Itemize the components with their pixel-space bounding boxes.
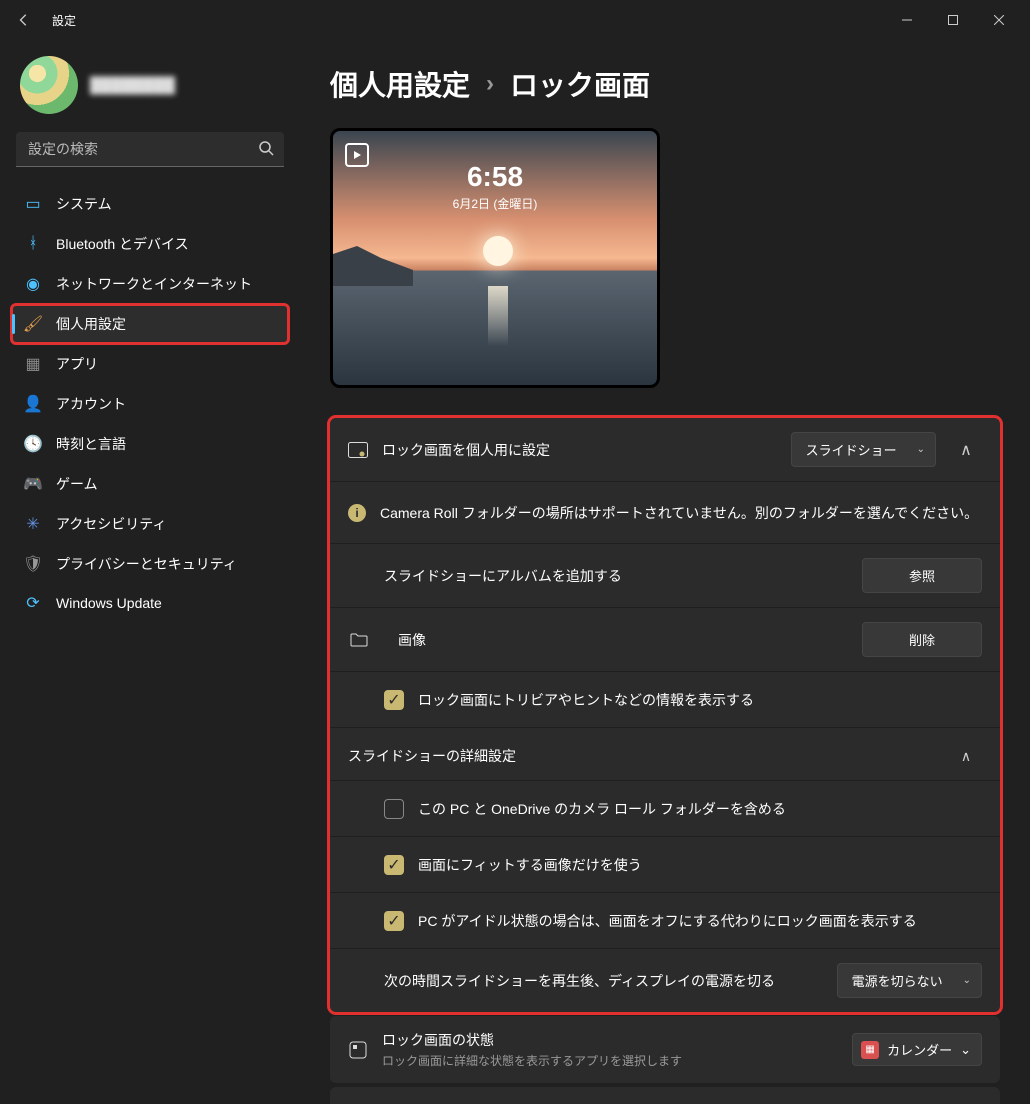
turnoff-dropdown[interactable]: 電源を切らない ⌄ [837, 963, 982, 998]
lockscreen-preview: 6:58 6月2日 (金曜日) [330, 128, 660, 388]
add-album-row: スライドショーにアルバムを追加する 参照 [330, 543, 1000, 607]
chevron-down-icon: ⌄ [917, 444, 925, 455]
wifi-icon: ◉ [24, 275, 42, 293]
chevron-down-icon: ⌄ [963, 975, 971, 986]
lockscreen-status-panel: ロック画面の状態 ロック画面に詳細な状態を表示するアプリを選択します ▦ カレン… [330, 1016, 1000, 1083]
nav-apps[interactable]: ▦アプリ [12, 345, 288, 383]
camera-roll-row: この PC と OneDrive のカメラ ロール フォルダーを含める [330, 780, 1000, 836]
search-input[interactable] [16, 132, 284, 167]
close-button[interactable] [976, 4, 1022, 36]
accessibility-icon: ✳ [24, 515, 42, 533]
nav-time-language[interactable]: 🕓時刻と言語 [12, 425, 288, 463]
search-icon [258, 140, 274, 156]
avatar [20, 56, 78, 114]
picture-icon [348, 442, 368, 458]
personalize-dropdown[interactable]: スライドショー ⌄ [791, 432, 936, 467]
fit-checkbox[interactable]: ✓ [384, 855, 404, 875]
clock-icon: 🕓 [24, 435, 42, 453]
nav-personalization[interactable]: 🖌個人用設定 [12, 305, 288, 343]
warning-row: i Camera Roll フォルダーの場所はサポートされていません。別のフォル… [330, 481, 1000, 543]
status-row[interactable]: ロック画面の状態 ロック画面に詳細な状態を表示するアプリを選択します ▦ カレン… [330, 1016, 1000, 1083]
status-title: ロック画面の状態 [382, 1030, 838, 1050]
nav-gaming[interactable]: 🎮ゲーム [12, 465, 288, 503]
personalize-row[interactable]: ロック画面を個人用に設定 スライドショー ⌄ ∧ [330, 418, 1000, 481]
nav-system[interactable]: ▭システム [12, 185, 288, 223]
back-button[interactable] [8, 4, 40, 36]
person-icon: 👤 [24, 395, 42, 413]
fit-row: ✓ 画面にフィットする画像だけを使う [330, 836, 1000, 892]
calendar-icon: ▦ [861, 1041, 879, 1059]
chevron-right-icon: › [486, 70, 494, 98]
idle-row: ✓ PC がアイドル状態の場合は、画面をオフにする代わりにロック画面を表示する [330, 892, 1000, 948]
shield-icon: 🛡 [24, 555, 42, 573]
update-icon: ⟳ [24, 594, 42, 612]
advanced-header[interactable]: スライドショーの詳細設定 ∧ [330, 727, 1000, 780]
personalize-title: ロック画面を個人用に設定 [382, 440, 777, 460]
bluetooth-icon: ᚼ [24, 235, 42, 253]
lockscreen-personalize-panel: ロック画面を個人用に設定 スライドショー ⌄ ∧ i Camera Roll フ… [330, 418, 1000, 1012]
nav-network[interactable]: ◉ネットワークとインターネット [12, 265, 288, 303]
collapse-button[interactable]: ∧ [950, 440, 982, 460]
maximize-button[interactable] [930, 4, 976, 36]
nav-windows-update[interactable]: ⟳Windows Update [12, 585, 288, 621]
nav-accessibility[interactable]: ✳アクセシビリティ [12, 505, 288, 543]
delete-button[interactable]: 削除 [862, 622, 982, 657]
folder-row: 画像 削除 [330, 607, 1000, 671]
turnoff-row: 次の時間スライドショーを再生後、ディスプレイの電源を切る 電源を切らない ⌄ [330, 948, 1000, 1012]
breadcrumb-page: ロック画面 [510, 64, 650, 104]
nav-accounts[interactable]: 👤アカウント [12, 385, 288, 423]
profile[interactable]: ████████ [12, 50, 288, 132]
nav-bluetooth[interactable]: ᚼBluetooth とデバイス [12, 225, 288, 263]
signin-panel: サインイン画面にロック画面の背景画像を表示する オフ [330, 1087, 1000, 1104]
idle-checkbox[interactable]: ✓ [384, 911, 404, 931]
collapse-button[interactable]: ∧ [950, 748, 982, 765]
search-box[interactable] [16, 132, 284, 167]
breadcrumb: 個人用設定 › ロック画面 [330, 64, 1000, 104]
folder-icon [350, 633, 370, 647]
nav-privacy[interactable]: 🛡プライバシーとセキュリティ [12, 545, 288, 583]
chevron-down-icon: ⌄ [960, 1042, 971, 1058]
status-subtitle: ロック画面に詳細な状態を表示するアプリを選択します [382, 1052, 838, 1069]
trivia-checkbox[interactable]: ✓ [384, 690, 404, 710]
status-icon [348, 1041, 368, 1059]
minimize-button[interactable] [884, 4, 930, 36]
signin-row: サインイン画面にロック画面の背景画像を表示する オフ [330, 1087, 1000, 1104]
brush-icon: 🖌 [24, 315, 42, 333]
info-icon: i [348, 504, 366, 522]
status-app-dropdown[interactable]: ▦ カレンダー ⌄ [852, 1033, 982, 1066]
trivia-row: ✓ ロック画面にトリビアやヒントなどの情報を表示する [330, 671, 1000, 727]
preview-time: 6:58 [333, 161, 657, 193]
preview-date: 6月2日 (金曜日) [333, 195, 657, 212]
breadcrumb-root[interactable]: 個人用設定 [330, 64, 470, 104]
apps-icon: ▦ [24, 355, 42, 373]
gamepad-icon: 🎮 [24, 475, 42, 493]
camera-roll-checkbox[interactable] [384, 799, 404, 819]
window-title: 設定 [52, 12, 76, 29]
browse-button[interactable]: 参照 [862, 558, 982, 593]
monitor-icon: ▭ [24, 195, 42, 213]
profile-name: ████████ [90, 77, 175, 94]
